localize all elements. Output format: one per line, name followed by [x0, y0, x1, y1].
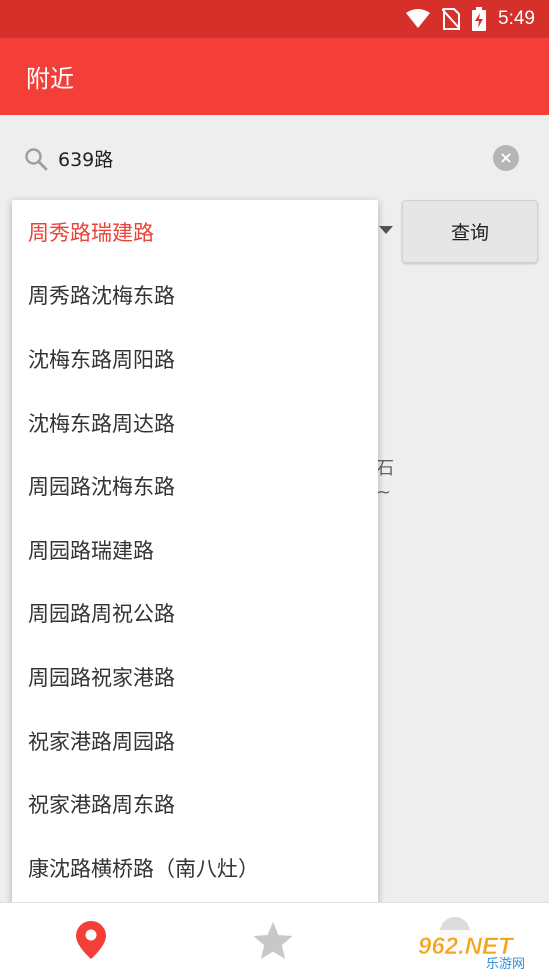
- dropdown-item[interactable]: 周秀路瑞建路: [12, 200, 378, 264]
- spinner-arrow-icon[interactable]: [379, 226, 393, 234]
- search-icon: [25, 148, 48, 171]
- watermark-logo: 962.NET 乐游网: [410, 930, 542, 972]
- background-text-fragment: ~: [376, 482, 392, 503]
- status-bar: 5:49: [0, 0, 549, 38]
- dropdown-item[interactable]: 周园路周祝公路: [12, 582, 378, 646]
- dropdown-item[interactable]: 周园路沈梅东路: [12, 454, 378, 518]
- star-icon[interactable]: [252, 921, 294, 961]
- query-button[interactable]: 查询: [402, 200, 538, 263]
- search-bar: ×: [0, 115, 549, 199]
- watermark-text: 962.NET: [418, 933, 515, 960]
- dropdown-item[interactable]: 祝家港路周园路: [12, 709, 378, 773]
- dropdown-item[interactable]: 周园路祝家港路: [12, 645, 378, 709]
- background-text-fragment: 石: [376, 458, 394, 479]
- page-title: 附近: [26, 65, 74, 93]
- search-input[interactable]: [58, 141, 478, 175]
- stop-dropdown-list: 周秀路瑞建路 周秀路沈梅东路 沈梅东路周阳路 沈梅东路周达路 周园路沈梅东路 周…: [12, 200, 378, 912]
- status-time: 5:49: [498, 8, 535, 29]
- battery-charging-icon: [472, 7, 487, 31]
- dropdown-item[interactable]: 沈梅东路周阳路: [12, 327, 378, 391]
- dropdown-item[interactable]: 周秀路沈梅东路: [12, 264, 378, 328]
- app-bar: 附近: [0, 38, 549, 115]
- no-sim-icon: [442, 8, 461, 30]
- dropdown-item[interactable]: 祝家港路周东路: [12, 772, 378, 836]
- dropdown-item[interactable]: 周园路瑞建路: [12, 518, 378, 582]
- dropdown-item[interactable]: 康沈路横桥路（南八灶）: [12, 836, 378, 900]
- clear-icon[interactable]: ×: [493, 145, 519, 171]
- wifi-icon: [406, 9, 431, 28]
- watermark-subtext: 乐游网: [486, 957, 525, 972]
- dropdown-item[interactable]: 沈梅东路周达路: [12, 391, 378, 455]
- location-pin-icon[interactable]: [76, 921, 106, 959]
